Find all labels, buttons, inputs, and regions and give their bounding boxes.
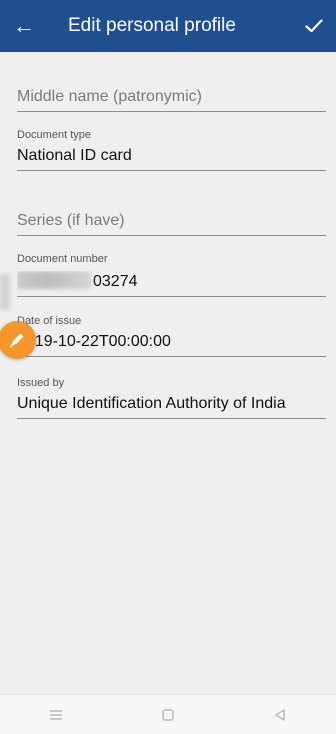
- series-field[interactable]: Series (if have): [17, 212, 326, 236]
- issued-by-field[interactable]: Issued by Unique Identification Authorit…: [17, 377, 326, 419]
- page-title: Edit personal profile: [68, 15, 236, 36]
- pencil-icon: [10, 333, 24, 348]
- middle-name-field[interactable]: Middle name (patronymic): [17, 88, 326, 112]
- menu-icon: [50, 709, 62, 720]
- recents-button[interactable]: [26, 695, 86, 734]
- date-of-issue-label: Date of issue: [17, 315, 82, 327]
- document-number-field[interactable]: Document number 03274: [17, 253, 326, 297]
- issued-by-value: Unique Identification Authority of India: [17, 395, 286, 412]
- app-bar: ← Edit personal profile: [0, 0, 336, 52]
- home-button[interactable]: [138, 695, 198, 734]
- document-type-value: National ID card: [17, 147, 132, 164]
- middle-name-placeholder: Middle name (patronymic): [17, 88, 202, 105]
- document-type-field[interactable]: Document type National ID card: [17, 129, 326, 171]
- arrow-left-icon: ←: [13, 13, 35, 38]
- date-of-issue-field[interactable]: Date of issue 2019-10-22T00:00:00: [17, 315, 326, 357]
- date-of-issue-value: 2019-10-22T00:00:00: [17, 333, 171, 350]
- back-button[interactable]: ←: [0, 0, 48, 52]
- triangle-back-icon: [275, 708, 285, 721]
- check-icon: [305, 19, 323, 33]
- series-placeholder: Series (if have): [17, 212, 125, 229]
- document-number-label: Document number: [17, 253, 108, 265]
- document-number-value: 03274: [17, 271, 326, 296]
- redacted-area: [0, 274, 10, 310]
- square-icon: [162, 708, 174, 721]
- system-nav-bar: [0, 694, 336, 734]
- nav-back-button[interactable]: [250, 695, 310, 734]
- document-number-visible-digits: 03274: [93, 273, 138, 290]
- issued-by-label: Issued by: [17, 377, 65, 389]
- redacted-digits: [17, 271, 91, 289]
- confirm-button[interactable]: [292, 0, 336, 52]
- document-type-label: Document type: [17, 129, 91, 141]
